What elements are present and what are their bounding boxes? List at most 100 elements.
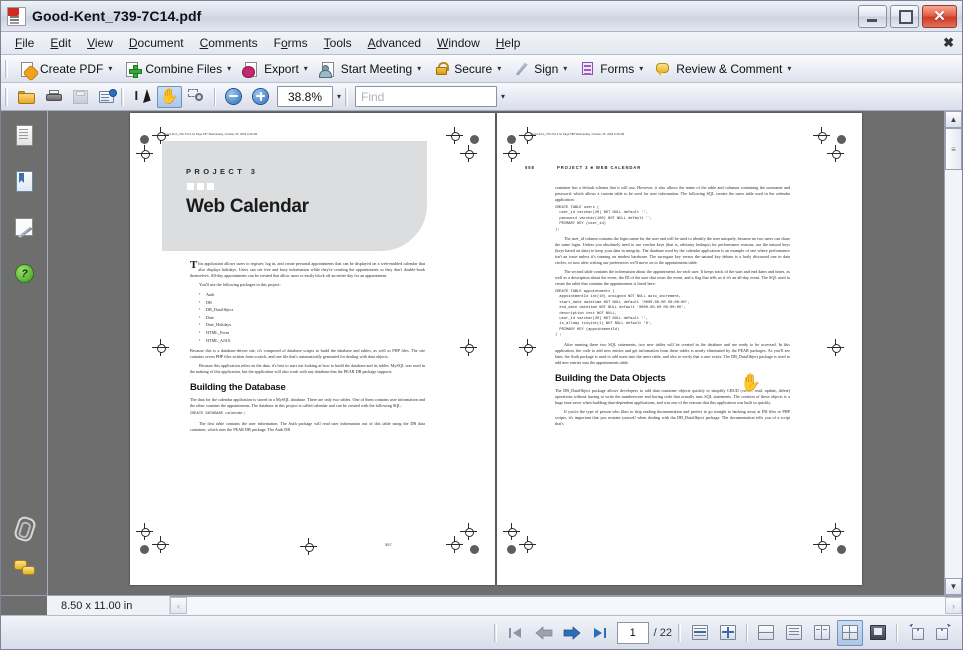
sign-button[interactable]: Sign ▾: [508, 59, 572, 79]
minimize-button[interactable]: [858, 5, 887, 28]
single-page-continuous-button[interactable]: [781, 620, 807, 646]
menu-tools[interactable]: Tools: [316, 34, 360, 52]
menu-help[interactable]: Help: [488, 34, 529, 52]
create-pdf-button[interactable]: Create PDF ▾: [14, 59, 117, 79]
close-document-icon[interactable]: ✖: [943, 35, 954, 51]
full-screen-button[interactable]: [865, 620, 891, 646]
last-page-button[interactable]: [587, 620, 613, 646]
secure-lock-icon: [433, 61, 450, 77]
menu-document[interactable]: Document: [121, 34, 192, 52]
toolbar-grip[interactable]: [678, 624, 682, 642]
previous-page-button[interactable]: [531, 620, 557, 646]
toolbar-grip[interactable]: [345, 88, 349, 106]
first-page-button[interactable]: [503, 620, 529, 646]
zoom-out-button[interactable]: [221, 86, 246, 108]
scroll-down-button[interactable]: ▼: [945, 578, 962, 595]
save-button[interactable]: [68, 86, 93, 108]
scroll-right-button[interactable]: ›: [945, 597, 962, 614]
menu-advanced-label: dvanced: [376, 36, 421, 50]
close-button[interactable]: [922, 5, 957, 28]
registration-dot: [837, 135, 846, 144]
chevron-down-icon[interactable]: ▾: [108, 64, 112, 73]
body-paragraph: The data for the calendar application is…: [190, 397, 425, 409]
open-file-button[interactable]: [14, 86, 39, 108]
menu-advanced[interactable]: Advanced: [360, 34, 429, 52]
find-input[interactable]: Find: [355, 86, 497, 107]
toolbar-grip[interactable]: [5, 60, 9, 78]
rotate-ccw-button[interactable]: [903, 620, 929, 646]
fit-page-button[interactable]: [715, 620, 741, 646]
attachments-panel-button[interactable]: [12, 515, 36, 539]
review-comment-icon: [655, 61, 672, 77]
navigation-pane: ?: [1, 111, 48, 595]
code-block: CREATE DATABASE calendar;: [190, 412, 425, 417]
email-button[interactable]: [95, 86, 120, 108]
toolbar-grip[interactable]: [121, 88, 125, 106]
menu-window[interactable]: Window: [429, 34, 488, 52]
menu-comments[interactable]: Comments: [192, 34, 266, 52]
menu-edit[interactable]: Edit: [42, 34, 79, 52]
scroll-left-button[interactable]: ‹: [170, 597, 187, 614]
start-meeting-icon: [320, 61, 337, 77]
vertical-scroll-track[interactable]: ≡: [945, 128, 962, 578]
vertical-scrollbar[interactable]: ▲ ≡ ▼: [944, 111, 962, 595]
rotate-cw-button[interactable]: [931, 620, 957, 646]
list-item: Date_Holidays: [206, 321, 425, 329]
current-page-input[interactable]: 1: [617, 622, 649, 644]
horizontal-scroll-track[interactable]: [187, 597, 945, 614]
review-comment-button[interactable]: Review & Comment ▾: [650, 59, 796, 79]
vertical-scroll-thumb[interactable]: ≡: [945, 128, 962, 170]
bookmarks-panel-button[interactable]: [12, 169, 36, 193]
chevron-down-icon[interactable]: ▾: [787, 64, 791, 73]
two-up-button[interactable]: [809, 620, 835, 646]
window-title: Good-Kent_739-7C14.pdf: [32, 8, 858, 24]
chevron-down-icon[interactable]: ▾: [497, 64, 501, 73]
zoom-level-input[interactable]: 38.8%: [277, 86, 333, 107]
find-dropdown-icon[interactable]: ▾: [501, 92, 505, 101]
chevron-down-icon[interactable]: ▾: [417, 64, 421, 73]
two-up-continuous-button[interactable]: [837, 620, 863, 646]
signatures-panel-button[interactable]: [12, 215, 36, 239]
next-page-button[interactable]: [559, 620, 585, 646]
chevron-down-icon[interactable]: ▾: [639, 64, 643, 73]
secure-button[interactable]: Secure ▾: [428, 59, 506, 79]
menu-view[interactable]: View: [79, 34, 121, 52]
chevron-down-icon[interactable]: ▾: [227, 64, 231, 73]
hand-tool-button[interactable]: ✋: [157, 86, 182, 108]
list-item: Auth: [206, 291, 425, 299]
section-heading-building-data-objects: Building the Data Objects: [555, 373, 790, 384]
comments-panel-button[interactable]: [12, 555, 36, 579]
zoom-in-button[interactable]: [248, 86, 273, 108]
text-select-icon: [134, 89, 152, 104]
forms-button[interactable]: Forms ▾: [574, 59, 648, 79]
menu-forms-label: rms: [288, 36, 308, 50]
toolbar-grip[interactable]: [494, 624, 498, 642]
scroll-up-button[interactable]: ▲: [945, 111, 962, 128]
maximize-button[interactable]: [890, 5, 919, 28]
fit-width-button[interactable]: [687, 620, 713, 646]
page-folio-left: 557: [385, 542, 392, 547]
document-view[interactable]: Good-Kent_739-7C14.fm Page 557 Wednesday…: [48, 111, 944, 595]
export-button[interactable]: Export ▾: [238, 59, 313, 79]
menu-forms[interactable]: Forms: [266, 34, 316, 52]
select-tool-button[interactable]: [130, 86, 155, 108]
pages-panel-button[interactable]: [12, 123, 36, 147]
combine-files-button[interactable]: Combine Files ▾: [119, 59, 236, 79]
registration-mark: [827, 339, 844, 356]
how-to-panel-button[interactable]: ?: [12, 261, 36, 285]
menu-file[interactable]: File: [7, 34, 42, 52]
start-meeting-button[interactable]: Start Meeting ▾: [315, 59, 426, 79]
chevron-down-icon[interactable]: ▾: [563, 64, 567, 73]
running-head: PROJECT 3 ■ WEB CALENDAR: [557, 165, 641, 170]
single-page-button[interactable]: [753, 620, 779, 646]
zoom-dropdown-icon[interactable]: ▾: [337, 92, 341, 101]
registration-mark: [446, 127, 463, 144]
combine-files-icon: [124, 61, 141, 77]
registration-mark: [503, 145, 520, 162]
floppy-disk-icon: [73, 90, 88, 104]
horizontal-scrollbar[interactable]: ‹ ›: [170, 596, 962, 614]
print-button[interactable]: [41, 86, 66, 108]
toolbar-grip[interactable]: [5, 88, 9, 106]
chevron-down-icon[interactable]: ▾: [304, 64, 308, 73]
marquee-zoom-button[interactable]: [184, 86, 209, 108]
